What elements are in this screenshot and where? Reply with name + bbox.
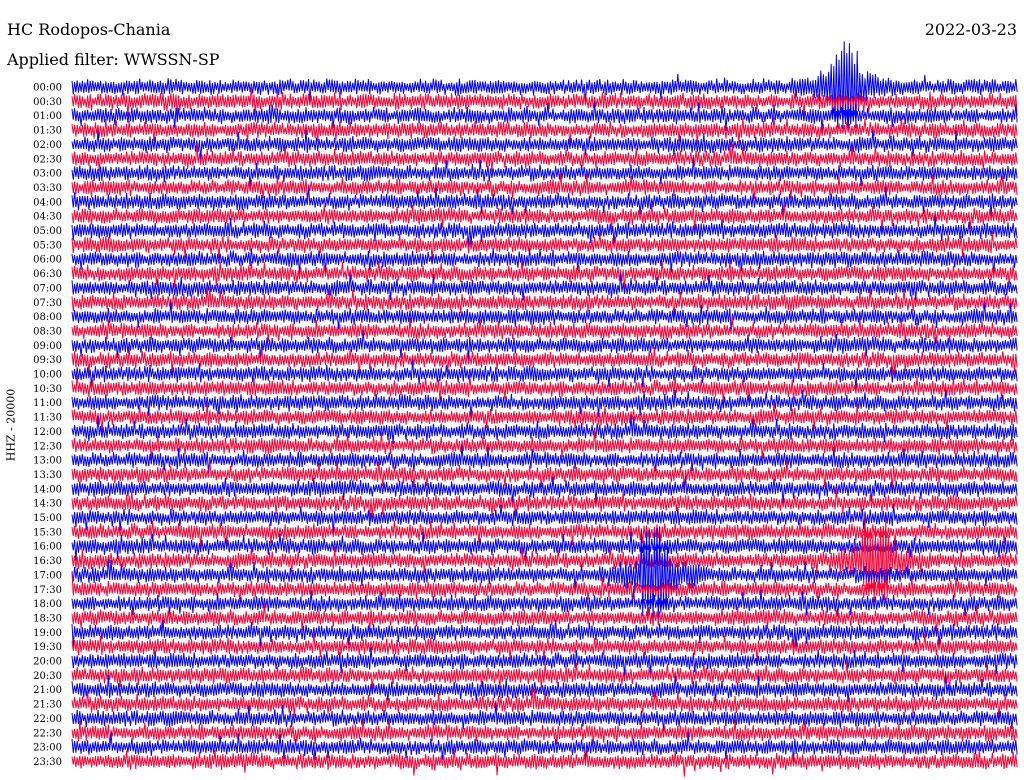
time-label-1300: 13:00 [33,456,62,467]
time-label-2100: 21:00 [33,685,62,696]
time-label-1730: 17:30 [33,585,62,596]
time-label-2200: 22:00 [33,714,62,725]
time-label-0800: 08:00 [33,312,62,323]
time-label-0000: 00:00 [33,83,62,94]
time-label-0430: 04:30 [33,212,62,223]
time-label-1330: 13:30 [33,470,62,481]
time-label-1100: 11:00 [33,398,62,409]
time-label-1830: 18:30 [33,613,62,624]
time-label-0100: 01:00 [33,111,62,122]
time-label-1000: 10:00 [33,370,62,381]
time-label-1700: 17:00 [33,570,62,581]
time-label-1600: 16:00 [33,542,62,553]
time-label-1900: 19:00 [33,628,62,639]
time-label-2230: 22:30 [33,728,62,739]
time-label-2000: 20:00 [33,657,62,668]
time-label-0330: 03:30 [33,183,62,194]
time-label-2030: 20:30 [33,671,62,682]
time-label-1500: 15:00 [33,513,62,524]
time-label-0830: 08:30 [33,326,62,337]
time-label-1800: 18:00 [33,599,62,610]
time-label-2300: 23:00 [33,743,62,754]
time-label-0400: 04:00 [33,197,62,208]
time-label-1400: 14:00 [33,484,62,495]
trace-group [71,41,1018,777]
time-label-0930: 09:30 [33,355,62,366]
time-label-0630: 06:30 [33,269,62,280]
time-label-0600: 06:00 [33,255,62,266]
time-label-group: 00:00 00:30 01:00 01:30 02:00 02:30 03:00 03:30… [33,83,62,768]
time-label-1530: 15:30 [33,527,62,538]
time-label-0200: 02:00 [33,140,62,151]
time-label-1230: 12:30 [33,441,62,452]
time-label-1930: 19:30 [33,642,62,653]
time-label-2330: 23:30 [33,757,62,768]
time-label-0030: 00:30 [33,97,62,108]
time-label-2130: 21:30 [33,700,62,711]
time-label-1030: 10:30 [33,384,62,395]
time-label-1200: 12:00 [33,427,62,438]
time-label-1630: 16:30 [33,556,62,567]
time-label-1130: 11:30 [33,413,62,424]
time-label-0300: 03:00 [33,169,62,180]
time-label-0230: 02:30 [33,154,62,165]
helicorder-plot: 00:00 00:30 01:00 01:30 02:00 02:30 03:00 03:30… [33,41,1018,777]
time-label-0500: 05:00 [33,226,62,237]
time-label-1430: 14:30 [33,499,62,510]
time-label-0730: 07:30 [33,298,62,309]
time-label-0130: 01:30 [33,126,62,137]
time-label-0900: 09:00 [33,341,62,352]
time-label-0700: 07:00 [33,283,62,294]
time-label-0530: 05:30 [33,240,62,251]
